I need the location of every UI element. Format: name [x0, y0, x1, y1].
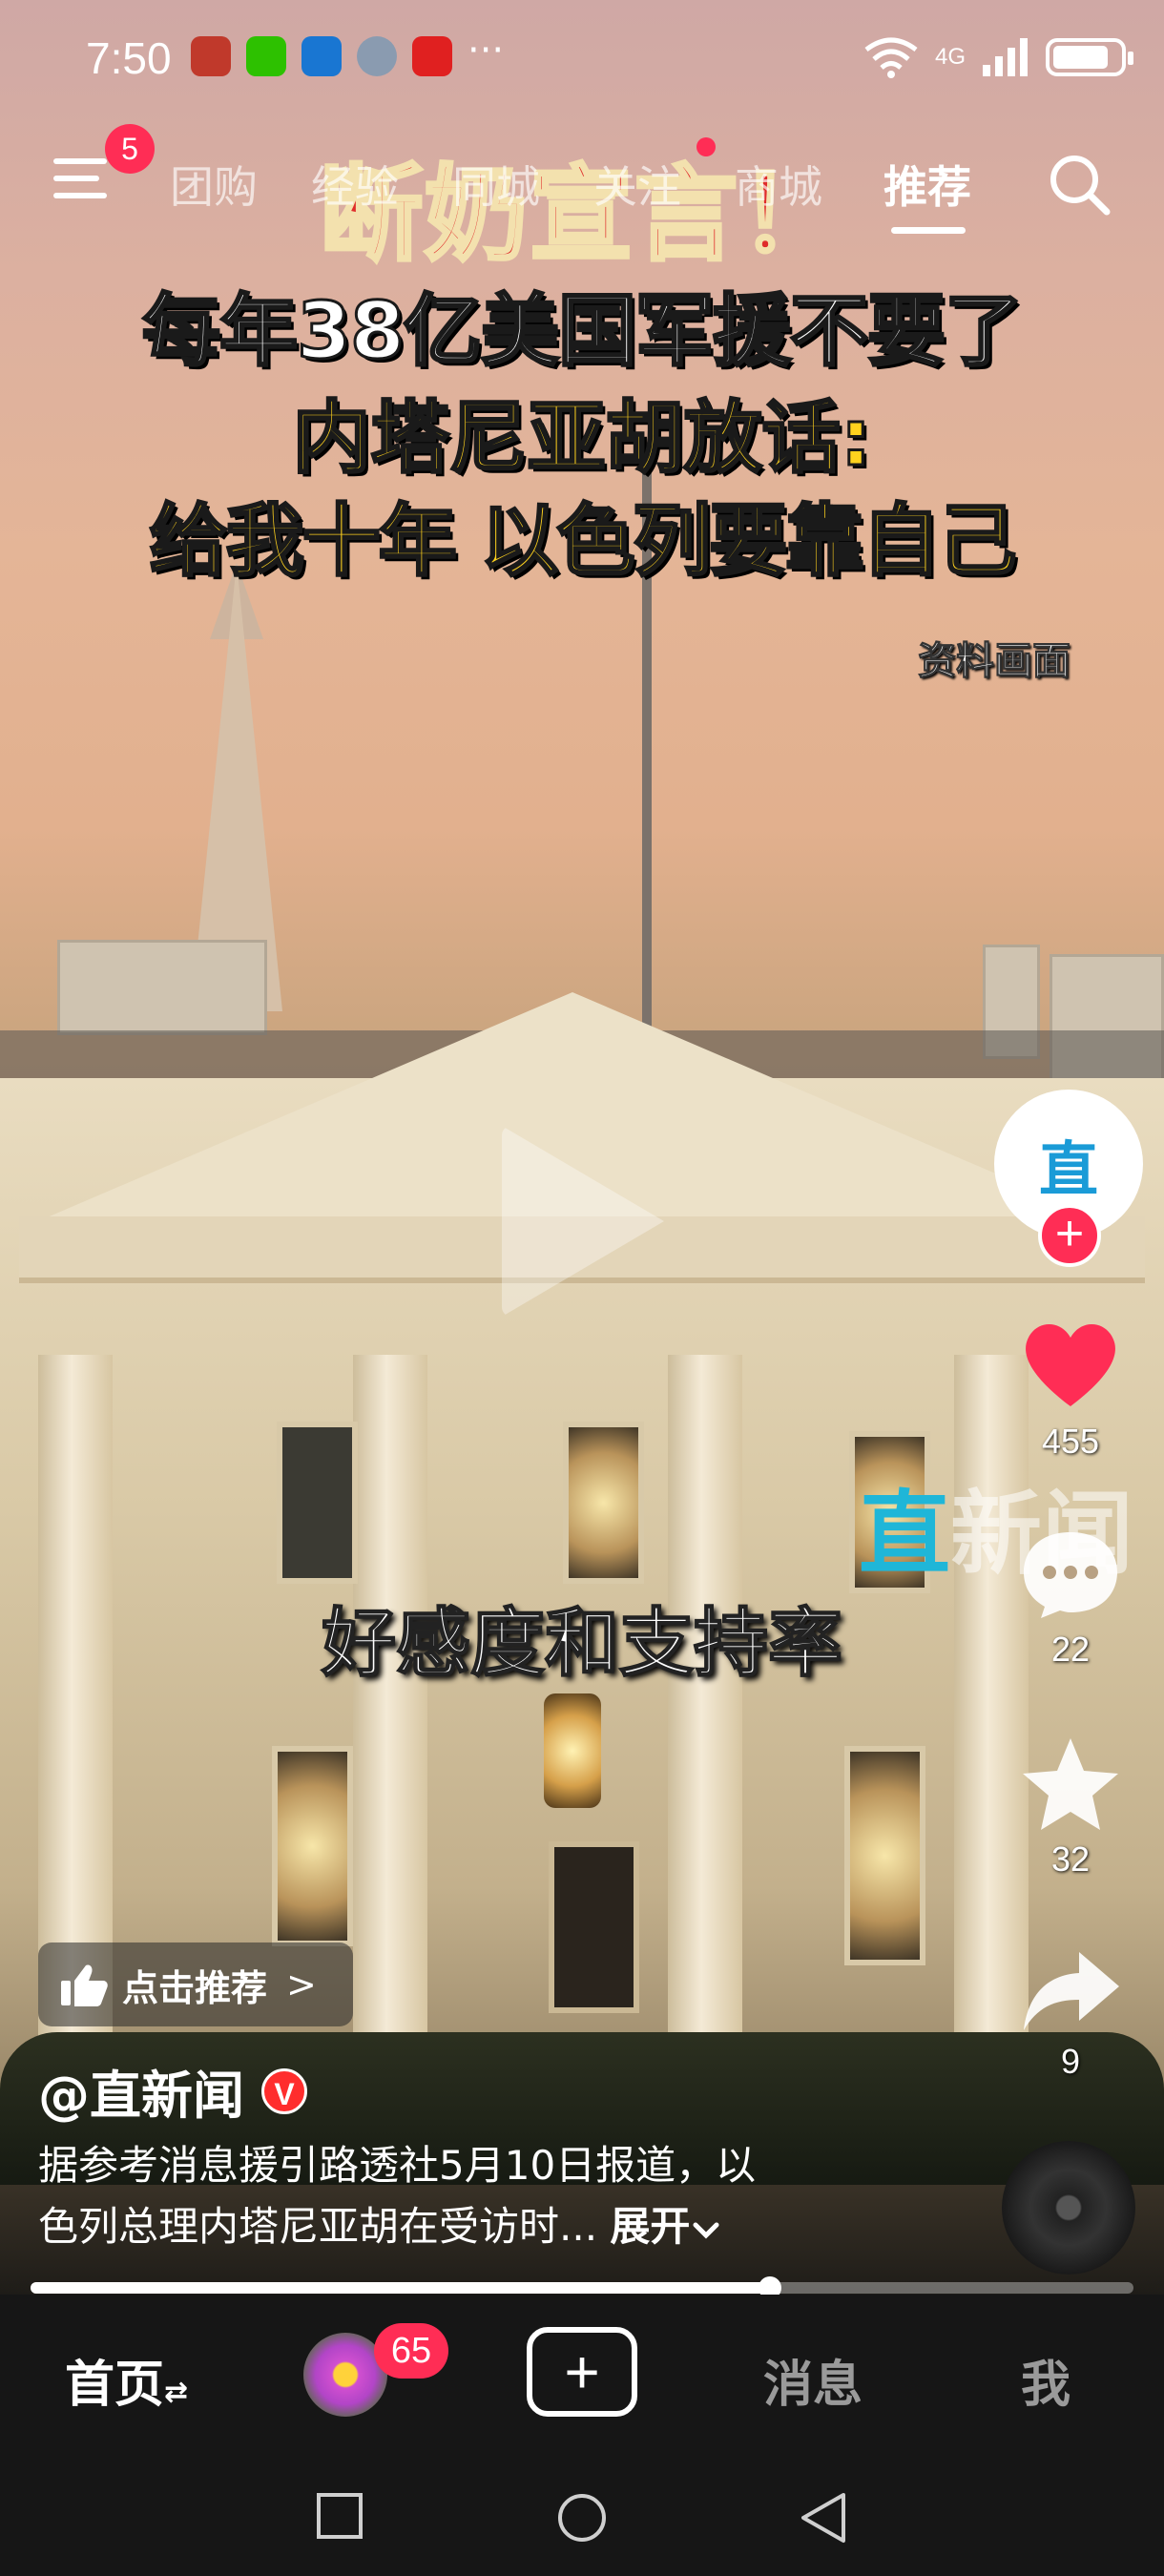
tab-mall[interactable]: 商城 — [735, 153, 822, 216]
plus-icon: + — [564, 2337, 600, 2406]
tab-experience[interactable]: 经验 — [311, 153, 399, 216]
heart-icon — [1026, 1323, 1115, 1406]
watermark-zhi: 直 — [859, 1481, 950, 1588]
like-count: 455 — [1041, 1422, 1100, 1461]
headline-white: 每年38亿美国军援不要了 — [140, 285, 1024, 379]
star-icon — [1023, 1738, 1118, 1830]
music-disc-icon[interactable] — [1002, 2141, 1135, 2275]
recommend-button[interactable]: 点击推荐 > — [38, 1942, 353, 2026]
shopping-app-icon — [412, 36, 452, 76]
entrance-door — [549, 1841, 639, 2013]
battery-icon — [1046, 38, 1133, 76]
comment-count: 22 — [1050, 1630, 1091, 1669]
favorite-button[interactable] — [1011, 1735, 1130, 1838]
notification-app-icon — [191, 36, 231, 76]
entrance-lamp — [544, 1693, 601, 1808]
tab-me[interactable]: 我 — [1021, 2344, 1070, 2416]
tab-group-buy[interactable]: 团购 — [170, 153, 258, 216]
search-icon[interactable] — [1046, 151, 1112, 218]
tab-messages[interactable]: 消息 — [763, 2344, 863, 2416]
recent-apps-icon[interactable] — [315, 2491, 364, 2541]
wifi-icon — [864, 37, 918, 78]
wechat-icon — [246, 36, 286, 76]
window — [563, 1422, 644, 1584]
active-tab-indicator — [891, 227, 966, 234]
window — [272, 1746, 353, 1946]
column — [353, 1355, 427, 2042]
home-label: 首页 — [65, 2357, 165, 2414]
comment-icon — [1024, 1532, 1117, 1618]
friends-badge: 65 — [374, 2323, 448, 2379]
more-notifications-icon: ··· — [468, 29, 505, 73]
video-progress-bar[interactable] — [31, 2276, 1133, 2299]
recommend-label: 点击推荐 — [122, 1966, 268, 2009]
status-bar: 7:50 ··· 4G — [0, 0, 1164, 114]
column — [668, 1355, 742, 2042]
home-icon[interactable] — [555, 2491, 609, 2545]
chevron-right-icon: > — [286, 1963, 317, 2005]
tab-following[interactable]: 关注 — [593, 153, 681, 216]
author-handle[interactable]: @直新闻 — [38, 2053, 244, 2129]
battery-level — [1053, 46, 1108, 69]
description-line: 色列总理内塔尼亚胡在受访时... 展开 — [38, 2196, 897, 2257]
progress-fill — [31, 2282, 770, 2294]
menu-badge: 5 — [105, 124, 155, 174]
contact-avatar-icon — [357, 36, 397, 76]
system-navigation-bar — [0, 2457, 1164, 2576]
thumbs-up-icon — [61, 1964, 108, 2006]
following-new-dot — [696, 137, 716, 156]
video-subtitle: 好感度和支持率 — [321, 1600, 843, 1688]
tab-recommend[interactable]: 推荐 — [883, 153, 971, 216]
follow-button[interactable]: + — [1038, 1204, 1101, 1267]
headline-yellow-line2: 给我十年 以色列要靠自己 — [148, 495, 1018, 589]
status-right: 4G — [863, 36, 1133, 78]
window — [277, 1422, 358, 1584]
share-icon — [1024, 1952, 1119, 2030]
status-time: 7:50 — [86, 33, 172, 83]
tab-home[interactable]: 首页⇄ — [65, 2344, 188, 2416]
play-icon[interactable] — [502, 1126, 664, 1317]
network-type-label: 4G — [934, 44, 966, 70]
author-name[interactable]: @直新闻 V — [38, 2053, 307, 2129]
chevron-down-icon[interactable] — [690, 2215, 722, 2244]
post-button[interactable]: + — [527, 2327, 637, 2417]
window — [844, 1746, 925, 1965]
verified-badge-icon: V — [261, 2067, 307, 2114]
like-button[interactable] — [1011, 1317, 1130, 1416]
column — [38, 1355, 113, 2042]
tab-local[interactable]: 同城 — [452, 153, 540, 216]
description-line: 据参考消息援引路透社5月10日报道，以 — [38, 2142, 757, 2189]
favorite-count: 32 — [1050, 1839, 1091, 1879]
video-description[interactable]: 据参考消息援引路透社5月10日报道，以 色列总理内塔尼亚胡在受访时... 展开 — [38, 2135, 897, 2257]
top-navigation: 5 团购 经验 同城 关注 商城 推荐 — [0, 124, 1164, 239]
menu-icon[interactable] — [53, 155, 107, 202]
share-button[interactable] — [1011, 1942, 1130, 2042]
bottom-tab-bar: 首页⇄ 65 + 消息 我 — [0, 2295, 1164, 2457]
headline-yellow-line1: 内塔尼亚胡放话: — [291, 392, 873, 486]
back-icon[interactable] — [798, 2491, 849, 2545]
description-text: 色列总理内塔尼亚胡在受访时... — [38, 2203, 598, 2250]
comment-button[interactable] — [1011, 1525, 1130, 1624]
browser-icon — [301, 36, 342, 76]
signal-icon — [983, 38, 1028, 76]
switch-arrows-icon: ⇄ — [164, 2376, 189, 2409]
expand-button[interactable]: 展开 — [610, 2203, 690, 2250]
archive-footage-label: 资料画面 — [918, 639, 1071, 684]
share-count: 9 — [1060, 2042, 1081, 2081]
